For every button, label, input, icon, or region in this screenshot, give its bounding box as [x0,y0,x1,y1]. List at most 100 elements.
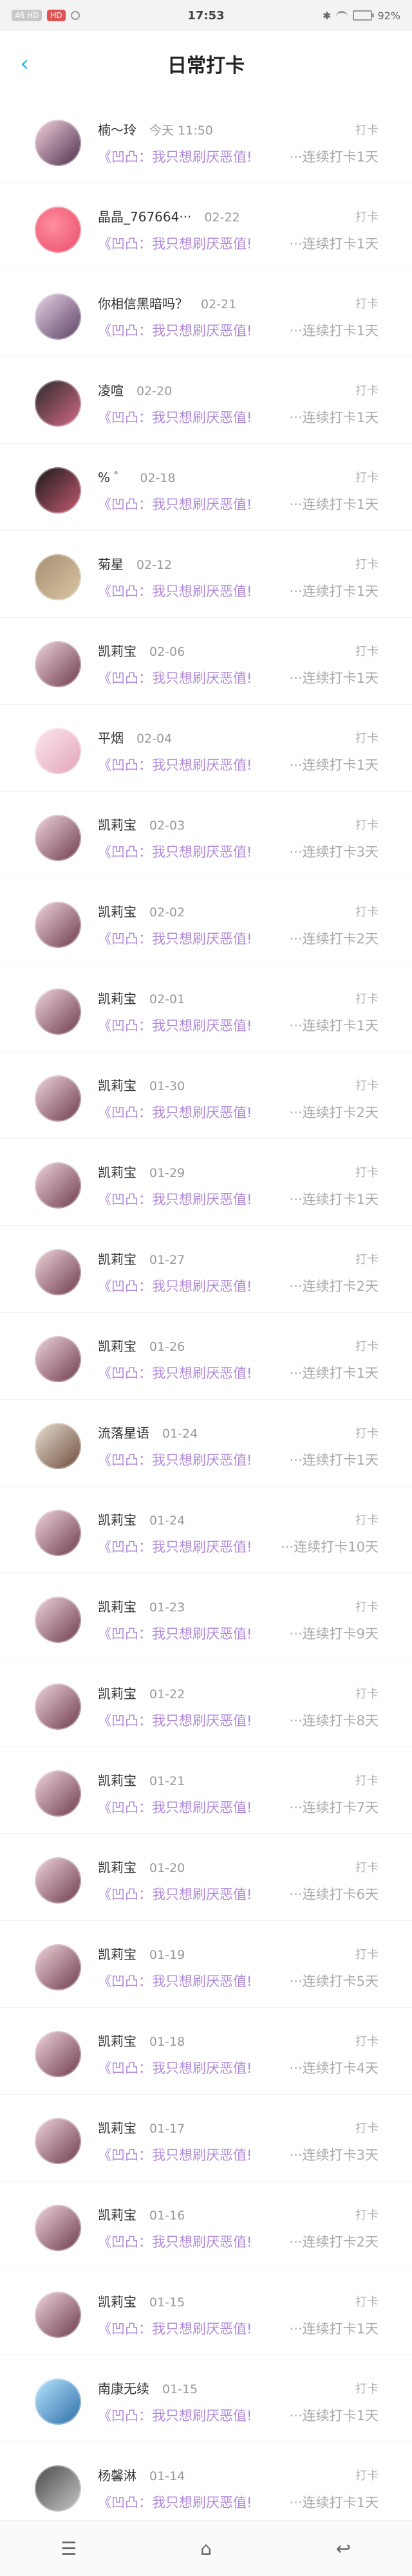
battery-level: 92% [377,9,400,22]
name-line: 流落星语 01-24 [98,1423,198,1441]
name-line: % ゜ 02-18 [98,467,176,486]
avatar [35,1770,81,1817]
checkin-label: 打卡 [355,1687,379,1701]
list-item[interactable]: % ゜ 02-18 打卡 《凹凸：我只想刷厌恶值! ···连续打卡1天 [0,444,412,531]
user-name: 凯莉宝 [98,644,136,659]
back-button-system[interactable]: ↩ [323,2528,364,2569]
checkin-date: 01-26 [149,1340,185,1354]
user-name: 凯莉宝 [98,817,136,833]
list-item[interactable]: 流落星语 01-24 打卡 《凹凸：我只想刷厌恶值! ···连续打卡1天 [0,1400,412,1487]
list-item[interactable]: 凯莉宝 01-17 打卡 《凹凸：我只想刷厌恶值! ···连续打卡3天 [0,2095,412,2182]
streak-text: ···连续打卡2天 [284,1276,379,1295]
home-icon: ⌂ [200,2537,212,2559]
list-item[interactable]: 凯莉宝 01-26 打卡 《凹凸：我只想刷厌恶值! ···连续打卡1天 [0,1313,412,1400]
streak-text: ···连续打卡1天 [284,147,379,166]
menu-button[interactable]: ☰ [48,2528,89,2569]
name-line: 你相信黑暗吗？ 02-21 [98,293,236,312]
list-item[interactable]: 凯莉宝 01-19 打卡 《凹凸：我只想刷厌恶值! ···连续打卡5天 [0,1921,412,2008]
name-line: 凯莉宝 01-19 [98,1944,185,1963]
home-button[interactable]: ⌂ [185,2528,227,2569]
checkin-date: 02-22 [204,210,240,225]
checkin-label: 打卡 [355,1514,379,1527]
list-item[interactable]: 凯莉宝 02-03 打卡 《凹凸：我只想刷厌恶值! ···连续打卡3天 [0,792,412,878]
list-item[interactable]: 凯莉宝 02-02 打卡 《凹凸：我只想刷厌恶值! ···连续打卡2天 [0,878,412,965]
streak-text: ···连续打卡10天 [276,1537,379,1556]
avatar [35,988,81,1035]
list-item[interactable]: 凯莉宝 02-01 打卡 《凹凸：我只想刷厌恶值! ···连续打卡1天 [0,965,412,1052]
name-line: 凯莉宝 01-20 [98,1857,185,1876]
status-time: 17:53 [187,8,225,23]
status-right: ✱ 92% [297,10,400,22]
checkin-date: 01-21 [149,1774,185,1788]
streak-text: ···连续打卡1天 [284,320,379,340]
list-item[interactable]: 你相信黑暗吗？ 02-21 打卡 《凹凸：我只想刷厌恶值! ···连续打卡1天 [0,270,412,357]
avatar [35,1162,81,1209]
name-line: 凌喧 02-20 [98,380,172,399]
streak-text: ···连续打卡1天 [284,1450,379,1469]
list-item[interactable]: 南康无续 01-15 打卡 《凹凸：我只想刷厌恶值! ···连续打卡1天 [0,2355,412,2442]
list-item[interactable]: 凯莉宝 01-23 打卡 《凹凸：我只想刷厌恶值! ···连续打卡9天 [0,1573,412,1660]
user-name: 凯莉宝 [98,1339,136,1354]
user-name: 晶晶_767664··· [98,209,192,225]
back-button[interactable]: ‹ [12,51,37,77]
list-item[interactable]: 凯莉宝 01-29 打卡 《凹凸：我只想刷厌恶值! ···连续打卡1天 [0,1139,412,1226]
list-item[interactable]: 菊星 02-12 打卡 《凹凸：我只想刷厌恶值! ···连续打卡1天 [0,531,412,618]
list-item[interactable]: 凯莉宝 01-15 打卡 《凹凸：我只想刷厌恶值! ···连续打卡1天 [0,2268,412,2355]
streak-text: ···连续打卡2天 [284,1102,379,1122]
list-item[interactable]: 楠～玲 今天 11:50 打卡 《凹凸：我只想刷厌恶值! ···连续打卡1天 [0,97,412,183]
list-item[interactable]: 杨馨淋 01-14 打卡 《凹凸：我只想刷厌恶值! ···连续打卡1天 [0,2442,412,2520]
name-line: 凯莉宝 01-29 [98,1162,185,1181]
chevron-left-icon: ‹ [20,51,29,77]
name-line: 晶晶_767664··· 02-22 [98,207,240,225]
list-item[interactable]: 凯莉宝 01-18 打卡 《凹凸：我只想刷厌恶值! ···连续打卡4天 [0,2008,412,2095]
list-item[interactable]: 凯莉宝 01-27 打卡 《凹凸：我只想刷厌恶值! ···连续打卡2天 [0,1226,412,1313]
checkin-date: 01-17 [149,2122,185,2136]
user-name: 平烟 [98,730,124,746]
avatar [35,380,81,427]
list-item[interactable]: 凯莉宝 01-20 打卡 《凹凸：我只想刷厌恶值! ···连续打卡6天 [0,1834,412,1921]
user-name: 南康无续 [98,2381,149,2396]
checkin-date: 01-23 [149,1600,185,1615]
list-item[interactable]: 晶晶_767664··· 02-22 打卡 《凹凸：我只想刷厌恶值! ···连续打… [0,183,412,270]
streak-text: ···连续打卡1天 [284,755,379,774]
name-line: 凯莉宝 02-02 [98,902,185,920]
list-item[interactable]: 凯莉宝 01-22 打卡 《凹凸：我只想刷厌恶值! ···连续打卡8天 [0,1660,412,1747]
checkin-label: 打卡 [355,2295,379,2309]
checkin-label: 打卡 [355,2035,379,2048]
checkin-date: 今天 11:50 [149,124,213,138]
streak-text: ···连续打卡4天 [284,2058,379,2077]
list-item[interactable]: 凌喧 02-20 打卡 《凹凸：我只想刷厌恶值! ···连续打卡1天 [0,357,412,444]
user-name: 流落星语 [98,1425,149,1441]
list-item[interactable]: 凯莉宝 01-24 打卡 《凹凸：我只想刷厌恶值! ···连续打卡10天 [0,1487,412,1573]
checkin-date: 02-20 [136,384,173,398]
checkin-label: 打卡 [355,2382,379,2396]
name-line: 凯莉宝 02-03 [98,815,185,833]
list-item[interactable]: 凯莉宝 01-16 打卡 《凹凸：我只想刷厌恶值! ···连续打卡2天 [0,2182,412,2268]
name-line: 凯莉宝 02-01 [98,988,185,1007]
name-line: 菊星 02-12 [98,554,172,573]
checkin-date: 01-24 [149,1514,185,1528]
name-line: 凯莉宝 01-22 [98,1683,185,1702]
name-line: 南康无续 01-15 [98,2378,198,2397]
list-item[interactable]: 平烟 02-04 打卡 《凹凸：我只想刷厌恶值! ···连续打卡1天 [0,705,412,792]
avatar [35,1423,81,1469]
checkin-date: 01-24 [162,1427,198,1441]
streak-text: ···连续打卡1天 [284,668,379,687]
checkin-label: 打卡 [355,124,379,137]
checkin-date: 01-20 [149,1861,185,1875]
name-line: 凯莉宝 01-30 [98,1075,185,1094]
avatar [35,1249,81,1295]
app-badge: HD [47,10,66,21]
user-name: 凯莉宝 [98,2294,136,2310]
avatar [35,815,81,861]
streak-text: ···连续打卡7天 [284,1797,379,1817]
list-item[interactable]: 凯莉宝 01-21 打卡 《凹凸：我只想刷厌恶值! ···连续打卡7天 [0,1747,412,1834]
list-item[interactable]: 凯莉宝 02-06 打卡 《凹凸：我只想刷厌恶值! ···连续打卡1天 [0,618,412,705]
streak-text: ···连续打卡1天 [284,1189,379,1209]
list-item[interactable]: 凯莉宝 01-30 打卡 《凹凸：我只想刷厌恶值! ···连续打卡2天 [0,1052,412,1139]
checkin-date: 02-03 [149,819,185,833]
name-line: 杨馨淋 01-14 [98,2465,185,2484]
checkin-label: 打卡 [355,2209,379,2222]
user-name: % ゜ [98,470,127,485]
bluetooth-icon: ✱ [323,9,332,22]
